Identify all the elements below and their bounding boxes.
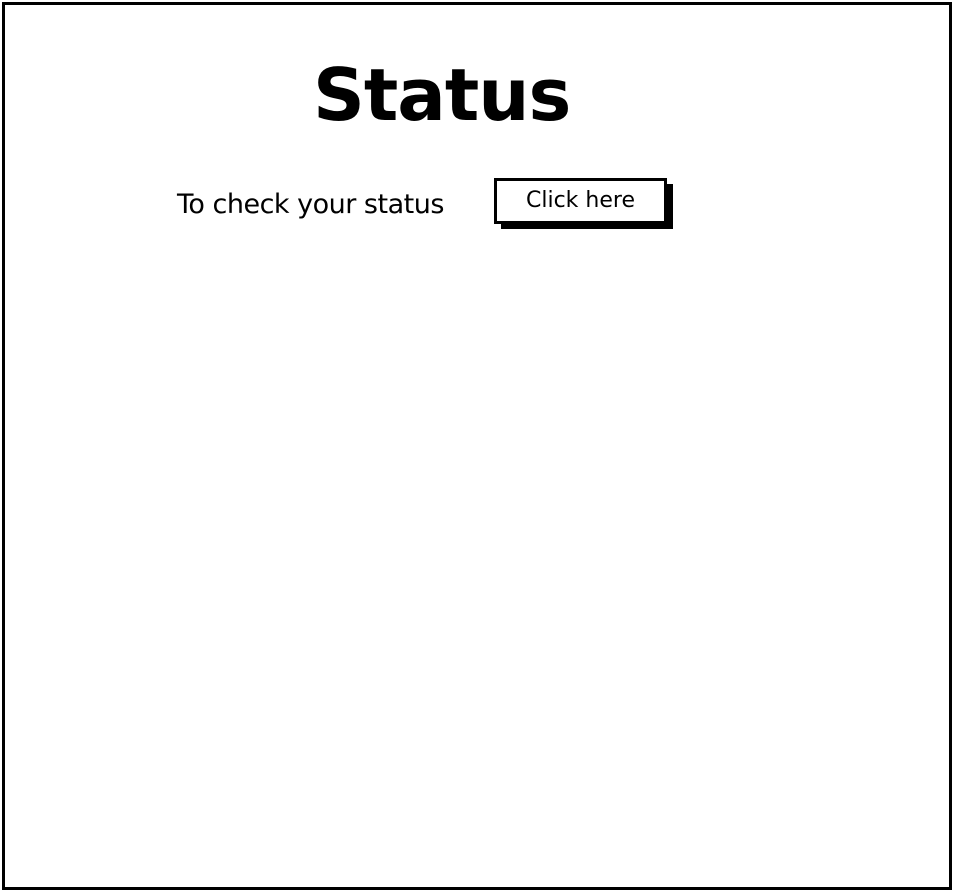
check-status-button[interactable]: Click here <box>494 178 667 224</box>
status-prompt-text: To check your status <box>177 189 444 220</box>
page-title: Status <box>313 53 571 137</box>
